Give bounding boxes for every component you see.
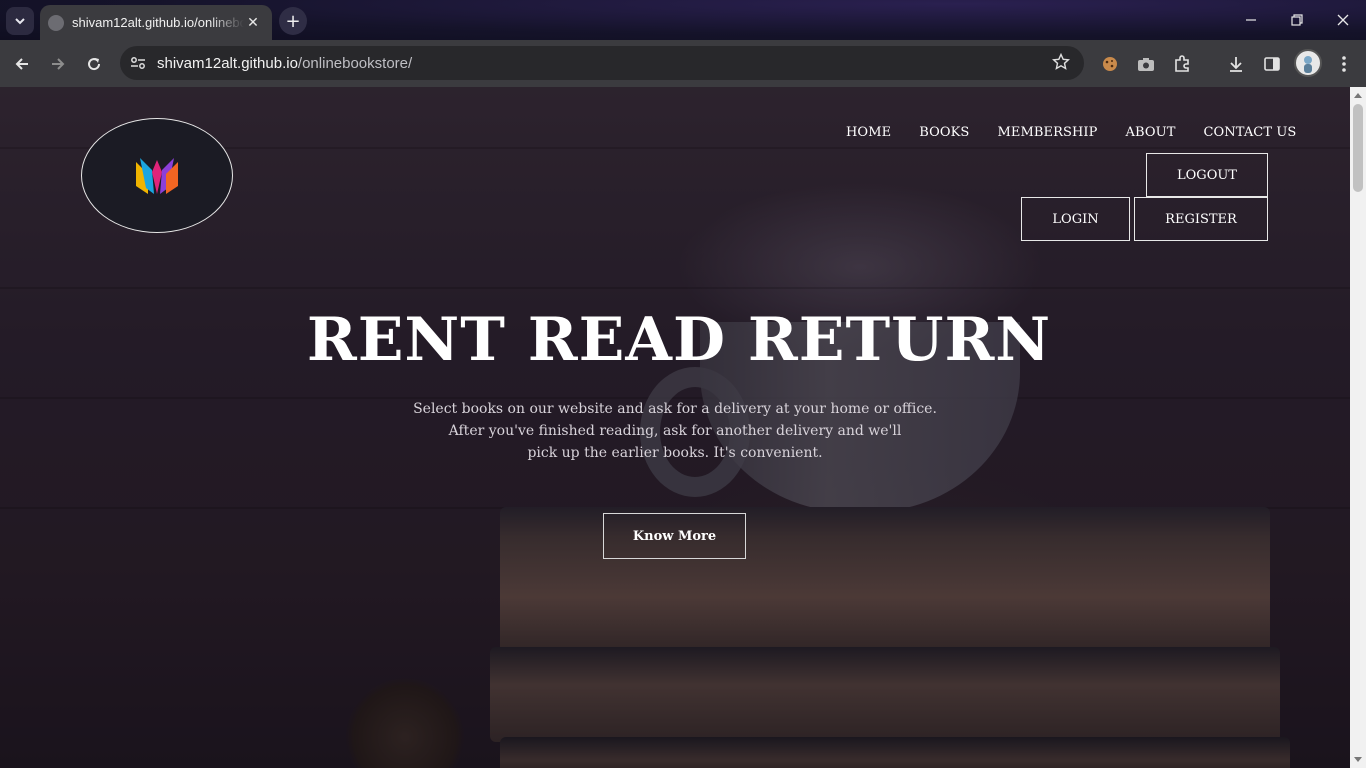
extensions-puzzle-icon[interactable]: [1170, 52, 1194, 76]
profile-avatar[interactable]: [1294, 49, 1322, 77]
new-tab-icon[interactable]: +: [279, 7, 307, 35]
page-viewport: HOME BOOKS MEMBERSHIP ABOUT CONTACT US L…: [0, 87, 1350, 768]
hero-description: Select books on our website and ask for …: [375, 398, 975, 464]
tab-title: shivam12alt.github.io/onlinebookstore/: [72, 15, 244, 30]
more-menu-icon[interactable]: [1332, 52, 1356, 76]
url-text: shivam12alt.github.io/onlinebookstore/: [157, 54, 413, 72]
nav-contact-us[interactable]: CONTACT US: [1203, 125, 1296, 140]
bookmark-star-icon[interactable]: [1051, 52, 1071, 75]
nav-about[interactable]: ABOUT: [1126, 125, 1176, 140]
scroll-up-icon[interactable]: [1354, 93, 1362, 98]
hero-description-line: Select books on our website and ask for …: [413, 401, 937, 417]
camera-extension-icon[interactable]: [1134, 52, 1158, 76]
hero-title: RENT READ RETURN: [306, 305, 1052, 375]
globe-icon: [48, 14, 64, 31]
browser-tab-bar: shivam12alt.github.io/onlinebookstore/ ✕…: [0, 0, 1366, 40]
open-book-logo-icon: [136, 157, 178, 194]
address-bar[interactable]: shivam12alt.github.io/onlinebookstore/: [120, 46, 1084, 80]
window-close-icon[interactable]: [1320, 0, 1366, 40]
nav-books[interactable]: BOOKS: [919, 125, 969, 140]
nav-home[interactable]: HOME: [846, 125, 891, 140]
tab-search-icon[interactable]: [6, 7, 34, 35]
register-button[interactable]: REGISTER: [1134, 197, 1268, 241]
login-button[interactable]: LOGIN: [1021, 197, 1130, 241]
main-nav: HOME BOOKS MEMBERSHIP ABOUT CONTACT US: [818, 125, 1296, 140]
browser-tab[interactable]: shivam12alt.github.io/onlinebookstore/ ✕: [40, 5, 272, 40]
side-panel-icon[interactable]: [1260, 52, 1284, 76]
scrollbar-thumb[interactable]: [1353, 104, 1363, 192]
site-logo[interactable]: [81, 118, 233, 233]
minimize-icon[interactable]: [1228, 0, 1274, 40]
reload-icon[interactable]: [80, 50, 108, 78]
download-icon[interactable]: [1224, 52, 1248, 76]
page-scrollbar[interactable]: [1350, 87, 1366, 768]
close-icon[interactable]: ✕: [244, 14, 262, 32]
forward-icon[interactable]: [44, 50, 72, 78]
nav-membership[interactable]: MEMBERSHIP: [997, 125, 1097, 140]
hero-description-line: pick up the earlier books. It's convenie…: [527, 445, 823, 461]
hero-description-line: After you've finished reading, ask for a…: [448, 423, 902, 439]
restore-icon[interactable]: [1274, 0, 1320, 40]
site-info-icon[interactable]: [123, 50, 153, 76]
know-more-button[interactable]: Know More: [603, 513, 746, 559]
cookie-extension-icon[interactable]: [1098, 52, 1122, 76]
back-icon[interactable]: [8, 50, 36, 78]
scroll-down-icon[interactable]: [1354, 757, 1362, 762]
logout-button[interactable]: LOGOUT: [1146, 153, 1268, 197]
